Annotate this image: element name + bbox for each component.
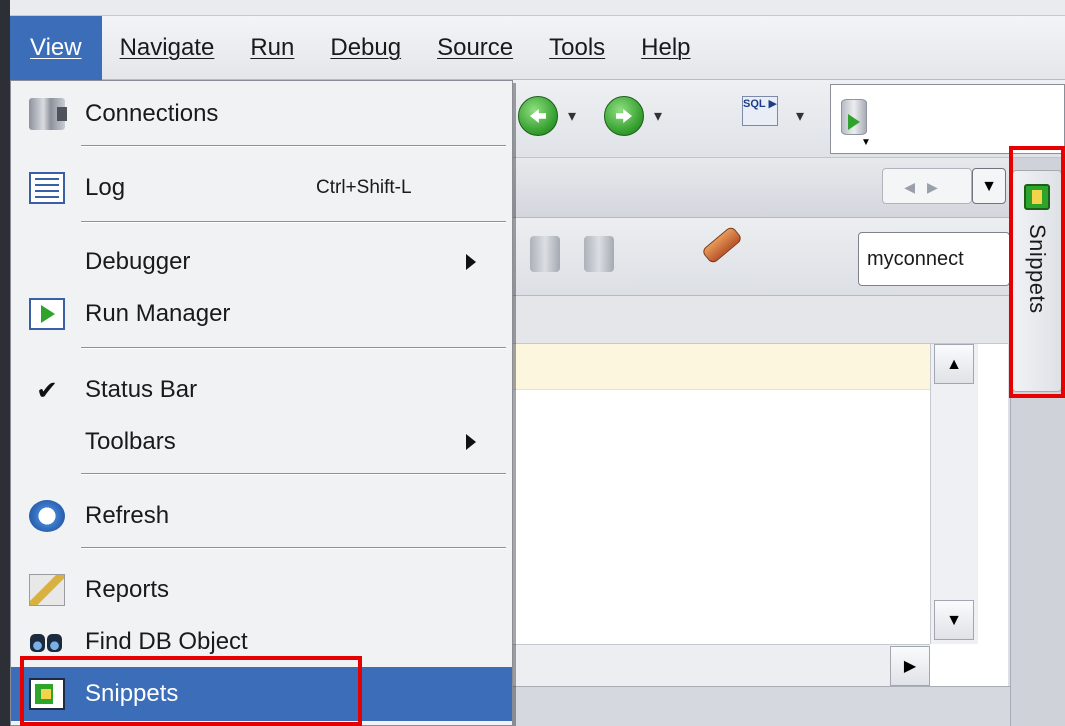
menu-item-toolbars[interactable]: Toolbars — [11, 415, 512, 469]
reports-icon — [29, 574, 65, 606]
menu-separator — [81, 145, 506, 147]
connection-combo[interactable]: ▼ — [830, 84, 1065, 154]
tab-scroll-arrows[interactable]: ◀▶ — [882, 168, 972, 204]
menu-item-label: Find DB Object — [85, 628, 248, 655]
connection-select[interactable]: myconnect — [858, 232, 1010, 286]
refresh-icon — [29, 500, 65, 532]
scroll-right-icon[interactable]: ▶ — [890, 646, 930, 686]
bottom-tab-strip — [510, 686, 1010, 726]
ide-window: View Navigate Run Debug Source Tools Hel… — [0, 0, 1065, 726]
commit-icon[interactable] — [530, 236, 560, 272]
menu-item-status-bar[interactable]: ✔ Status Bar — [11, 363, 512, 417]
back-arrow-icon[interactable] — [518, 96, 558, 136]
log-icon — [29, 172, 65, 204]
submenu-arrow-icon — [466, 254, 476, 270]
menu-help[interactable]: Help — [623, 16, 708, 80]
connections-icon — [29, 98, 67, 130]
menu-separator — [81, 547, 506, 549]
menu-item-run-manager[interactable]: Run Manager — [11, 287, 512, 341]
menu-item-label: Debugger — [85, 248, 191, 275]
tab-list-dropdown-icon[interactable]: ▼ — [972, 168, 1006, 204]
binoculars-icon — [29, 626, 65, 658]
menu-separator — [81, 473, 506, 475]
forward-dropdown-icon[interactable]: ▾ — [654, 106, 662, 126]
menu-navigate[interactable]: Navigate — [102, 16, 233, 80]
back-dropdown-icon[interactable]: ▾ — [568, 106, 576, 126]
annotation-box-snippets-menu — [20, 656, 362, 726]
run-manager-icon — [29, 298, 65, 330]
menu-item-refresh[interactable]: Refresh — [11, 489, 512, 543]
forward-arrow-icon[interactable] — [604, 96, 644, 136]
checkmark-icon: ✔ — [36, 375, 58, 405]
menu-item-debugger[interactable]: Debugger — [11, 235, 512, 289]
menu-item-label: Log — [85, 174, 126, 201]
current-line-highlight — [510, 344, 930, 390]
menu-item-log[interactable]: Log Ctrl+Shift-L — [11, 161, 512, 215]
menu-item-label: Run Manager — [85, 300, 231, 327]
sql-worksheet-icon[interactable]: SQL ▶ — [742, 96, 778, 126]
menu-separator — [81, 221, 506, 223]
menu-item-label: Toolbars — [85, 428, 176, 455]
window-top-strip — [10, 0, 1065, 16]
menu-tools[interactable]: Tools — [531, 16, 623, 80]
database-icon — [841, 99, 867, 135]
horizontal-scrollbar[interactable] — [510, 644, 930, 686]
vertical-scrollbar[interactable] — [930, 344, 978, 644]
rollback-icon[interactable] — [584, 236, 614, 272]
sql-dropdown-icon[interactable]: ▾ — [796, 106, 804, 126]
scroll-up-icon[interactable]: ▲ — [934, 344, 974, 384]
view-menu: Connections Log Ctrl+Shift-L Debugger Ru… — [10, 80, 513, 726]
menu-item-label: Status Bar — [85, 376, 198, 403]
annotation-box-snippets-tab — [1009, 146, 1065, 398]
menu-run[interactable]: Run — [232, 16, 312, 80]
submenu-arrow-icon — [466, 434, 476, 450]
menu-item-connections[interactable]: Connections — [11, 87, 512, 141]
menu-view[interactable]: View — [10, 15, 102, 80]
menu-debug[interactable]: Debug — [312, 16, 419, 80]
menu-source[interactable]: Source — [419, 16, 531, 80]
log-shortcut: Ctrl+Shift-L — [316, 177, 412, 198]
editor-header — [510, 296, 1008, 344]
menu-item-label: Reports — [85, 576, 170, 603]
menu-item-label: Refresh — [85, 502, 170, 529]
scroll-down-icon[interactable]: ▼ — [934, 600, 974, 640]
menu-separator — [81, 347, 506, 349]
menu-bar: View Navigate Run Debug Source Tools Hel… — [10, 15, 1065, 80]
combo-arrow-icon: ▼ — [861, 137, 871, 148]
menu-item-reports[interactable]: Reports — [11, 563, 512, 617]
menu-item-label: Connections — [85, 100, 219, 127]
